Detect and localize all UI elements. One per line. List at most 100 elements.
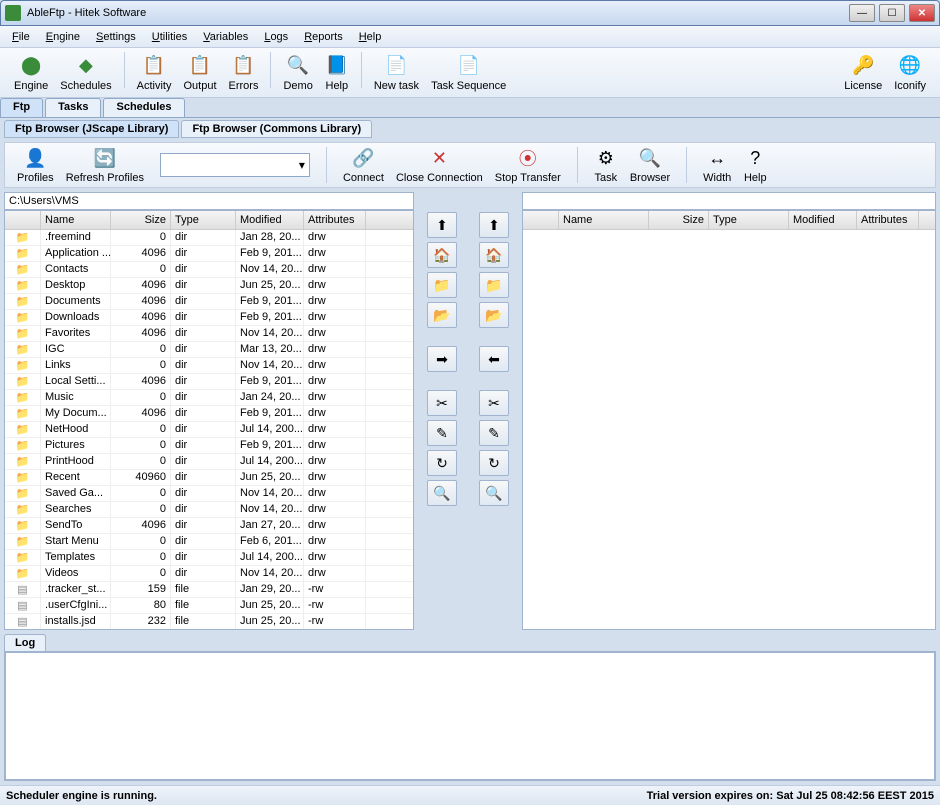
task-button[interactable]: ⚙Task — [588, 144, 624, 186]
file-row[interactable]: 📁Recent40960dirJun 25, 20...drw — [5, 470, 413, 486]
stop-transfer-button[interactable]: ⦿Stop Transfer — [489, 144, 567, 186]
activity-button[interactable]: 📋Activity — [131, 52, 178, 94]
op-button[interactable]: ✎ — [479, 420, 509, 446]
op-button[interactable]: 🔍 — [479, 480, 509, 506]
op-button[interactable]: ↻ — [427, 450, 457, 476]
file-row[interactable]: 📁Application ...4096dirFeb 9, 201...drw — [5, 246, 413, 262]
menu-help[interactable]: Help — [351, 28, 390, 46]
local-path[interactable]: C:\Users\VMS — [4, 192, 414, 210]
file-row[interactable]: ▤.userCfgIni...80fileJun 25, 20...-rw — [5, 598, 413, 614]
op-button[interactable]: ↻ — [479, 450, 509, 476]
folder-icon: 📁 — [5, 438, 41, 453]
browser-button[interactable]: 🔍Browser — [624, 144, 676, 186]
activity-icon: 📋 — [142, 54, 166, 78]
task-sequence-button[interactable]: 📄Task Sequence — [425, 52, 512, 94]
subtab-1[interactable]: Ftp Browser (Commons Library) — [181, 120, 372, 138]
file-row[interactable]: 📁Start Menu0dirFeb 6, 201...drw — [5, 534, 413, 550]
file-row[interactable]: ▤installs.jsd232fileJun 25, 20...-rw — [5, 614, 413, 629]
file-row[interactable]: 📁Local Setti...4096dirFeb 9, 201...drw — [5, 374, 413, 390]
column-header[interactable]: Modified — [236, 211, 304, 229]
menu-engine[interactable]: Engine — [38, 28, 88, 46]
file-row[interactable]: 📁My Docum...4096dirFeb 9, 201...drw — [5, 406, 413, 422]
op-button[interactable]: ⬅ — [479, 346, 509, 372]
op-button[interactable]: ⬆ — [479, 212, 509, 238]
op-button[interactable]: 📁 — [427, 272, 457, 298]
connect-button[interactable]: 🔗Connect — [337, 144, 390, 186]
file-row[interactable]: 📁IGC0dirMar 13, 20...drw — [5, 342, 413, 358]
file-row[interactable]: 📁Documents4096dirFeb 9, 201...drw — [5, 294, 413, 310]
file-row[interactable]: 📁Desktop4096dirJun 25, 20...drw — [5, 278, 413, 294]
menu-utilities[interactable]: Utilities — [144, 28, 195, 46]
help-button[interactable]: ?Help — [737, 144, 773, 186]
file-row[interactable]: 📁PrintHood0dirJul 14, 200...drw — [5, 454, 413, 470]
close-connection-button[interactable]: ✕Close Connection — [390, 144, 489, 186]
file-row[interactable]: 📁Templates0dirJul 14, 200...drw — [5, 550, 413, 566]
file-row[interactable]: 📁Downloads4096dirFeb 9, 201...drw — [5, 310, 413, 326]
column-header[interactable]: Name — [559, 211, 649, 229]
op-button[interactable]: ✎ — [427, 420, 457, 446]
column-header[interactable] — [523, 211, 559, 229]
log-textarea[interactable] — [4, 651, 936, 781]
close-button[interactable]: ✕ — [909, 4, 935, 22]
refresh-profiles-button[interactable]: 🔄Refresh Profiles — [60, 144, 150, 186]
output-button[interactable]: 📋Output — [177, 52, 222, 94]
remote-path[interactable] — [522, 192, 936, 210]
column-header[interactable]: Modified — [789, 211, 857, 229]
op-button[interactable]: 🔍 — [427, 480, 457, 506]
file-row[interactable]: 📁Links0dirNov 14, 20...drw — [5, 358, 413, 374]
help-button[interactable]: 📘Help — [319, 52, 355, 94]
column-header[interactable]: Name — [41, 211, 111, 229]
op-button[interactable]: ➡ — [427, 346, 457, 372]
width-button[interactable]: ↔Width — [697, 144, 737, 186]
file-row[interactable]: 📁Contacts0dirNov 14, 20...drw — [5, 262, 413, 278]
op-button[interactable]: 📁 — [479, 272, 509, 298]
column-header[interactable]: Size — [111, 211, 171, 229]
schedules-icon: ◆ — [74, 54, 98, 78]
engine-button[interactable]: ⬤Engine — [8, 52, 54, 94]
op-button[interactable]: ✂ — [427, 390, 457, 416]
column-header[interactable]: Attributes — [304, 211, 366, 229]
tab-schedules[interactable]: Schedules — [103, 98, 184, 117]
menu-reports[interactable]: Reports — [296, 28, 351, 46]
file-row[interactable]: 📁.freemind0dirJan 28, 20...drw — [5, 230, 413, 246]
file-row[interactable]: ▤.tracker_st...159fileJan 29, 20...-rw — [5, 582, 413, 598]
op-button[interactable]: 🏠 — [427, 242, 457, 268]
op-button[interactable]: ✂ — [479, 390, 509, 416]
file-row[interactable]: 📁Videos0dirNov 14, 20...drw — [5, 566, 413, 582]
file-row[interactable]: 📁SendTo4096dirJan 27, 20...drw — [5, 518, 413, 534]
menu-file[interactable]: File — [4, 28, 38, 46]
file-row[interactable]: 📁Saved Ga...0dirNov 14, 20...drw — [5, 486, 413, 502]
column-header[interactable]: Attributes — [857, 211, 919, 229]
menu-settings[interactable]: Settings — [88, 28, 144, 46]
maximize-button[interactable]: ☐ — [879, 4, 905, 22]
subtab-0[interactable]: Ftp Browser (JScape Library) — [4, 120, 179, 138]
profile-dropdown[interactable] — [160, 153, 310, 177]
folder-icon: 📁 — [5, 358, 41, 373]
errors-button[interactable]: 📋Errors — [223, 52, 265, 94]
tab-ftp[interactable]: Ftp — [0, 98, 43, 117]
new-task-button[interactable]: 📄New task — [368, 52, 425, 94]
column-header[interactable]: Size — [649, 211, 709, 229]
log-tab[interactable]: Log — [4, 634, 46, 652]
demo-button[interactable]: 🔍Demo — [277, 52, 318, 94]
license-button[interactable]: 🔑License — [838, 52, 888, 94]
op-button[interactable]: ⬆ — [427, 212, 457, 238]
menu-logs[interactable]: Logs — [256, 28, 296, 46]
column-header[interactable]: Type — [171, 211, 236, 229]
file-row[interactable]: 📁Favorites4096dirNov 14, 20...drw — [5, 326, 413, 342]
schedules-button[interactable]: ◆Schedules — [54, 52, 117, 94]
iconify-button[interactable]: 🌐Iconify — [888, 52, 932, 94]
op-button[interactable]: 📂 — [479, 302, 509, 328]
op-button[interactable]: 🏠 — [479, 242, 509, 268]
column-header[interactable]: Type — [709, 211, 789, 229]
minimize-button[interactable]: — — [849, 4, 875, 22]
file-row[interactable]: 📁Music0dirJan 24, 20...drw — [5, 390, 413, 406]
file-row[interactable]: 📁NetHood0dirJul 14, 200...drw — [5, 422, 413, 438]
column-header[interactable] — [5, 211, 41, 229]
file-row[interactable]: 📁Pictures0dirFeb 9, 201...drw — [5, 438, 413, 454]
op-button[interactable]: 📂 — [427, 302, 457, 328]
profiles-button[interactable]: 👤Profiles — [11, 144, 60, 186]
file-row[interactable]: 📁Searches0dirNov 14, 20...drw — [5, 502, 413, 518]
menu-variables[interactable]: Variables — [195, 28, 256, 46]
tab-tasks[interactable]: Tasks — [45, 98, 101, 117]
